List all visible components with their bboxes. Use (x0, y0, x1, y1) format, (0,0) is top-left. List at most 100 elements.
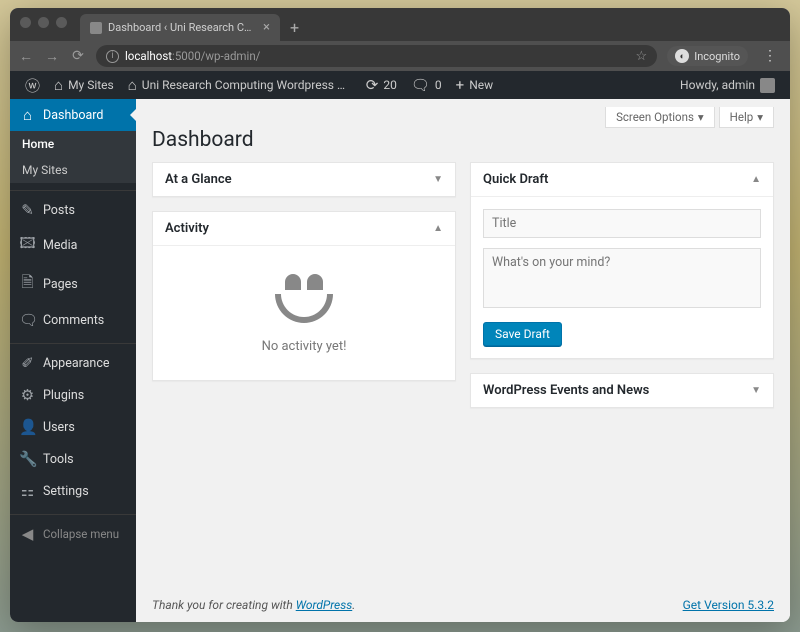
wordpress-link[interactable]: WordPress (296, 598, 353, 612)
dashboard-icon: ⌂ (19, 106, 36, 124)
brush-icon: ✐ (19, 354, 36, 372)
help-button[interactable]: Help▾ (719, 107, 774, 128)
wp-logo-menu[interactable]: ⓦ (18, 71, 47, 99)
widget-quick-draft: Quick Draft ▲ Save Draft (470, 162, 774, 359)
adminbar-new[interactable]: +New (449, 71, 500, 99)
submenu-home[interactable]: Home (10, 131, 136, 157)
browser-chrome: Dashboard ‹ Uni Research Comp × + ← → ⟳ … (10, 8, 790, 71)
menu-pages[interactable]: 🗎 Pages (10, 265, 136, 304)
addressbar-row: ← → ⟳ i localhost:5000/wp-admin/ ☆ ◐ Inc… (10, 41, 790, 71)
avatar-icon (760, 78, 775, 93)
bookmark-icon[interactable]: ☆ (636, 49, 648, 64)
menu-dashboard[interactable]: ⌂ Dashboard (10, 99, 136, 131)
submenu-my-sites[interactable]: My Sites (10, 157, 136, 183)
users-icon: 👤 (19, 418, 36, 436)
widget-header[interactable]: Quick Draft ▲ (471, 163, 773, 197)
menu-label: Media (43, 238, 77, 253)
url-bar[interactable]: i localhost:5000/wp-admin/ ☆ (96, 45, 657, 67)
smiley-icon (165, 274, 443, 323)
close-icon[interactable]: × (263, 20, 270, 35)
site-info-icon[interactable]: i (106, 50, 119, 63)
widgets-area: At a Glance ▼ Activity ▲ (136, 152, 790, 424)
back-button[interactable]: ← (18, 48, 34, 65)
widget-title: WordPress Events and News (483, 383, 649, 398)
adminbar-comments[interactable]: 🗨0 (404, 71, 449, 99)
collapse-icon: ◀ (19, 525, 36, 543)
forward-button[interactable]: → (44, 48, 60, 65)
chevron-down-icon: ▾ (757, 110, 763, 124)
widget-header[interactable]: At a Glance ▼ (153, 163, 455, 196)
media-icon: 🖾 (19, 233, 36, 258)
widget-body: Save Draft (471, 197, 773, 358)
menu-label: Comments (43, 313, 104, 328)
plus-icon: + (456, 76, 465, 94)
widget-title: Quick Draft (483, 172, 548, 187)
wp-content: Screen Options▾ Help▾ Dashboard At a Gla… (136, 99, 790, 622)
screen-options-button[interactable]: Screen Options▾ (605, 107, 715, 128)
wp-footer: Thank you for creating with WordPress. G… (136, 588, 790, 622)
update-icon: ⟳ (366, 76, 379, 94)
comment-icon: 🗨 (19, 311, 36, 329)
menu-label: Pages (43, 277, 78, 292)
menu-separator (10, 339, 136, 344)
wordpress-icon: ⓦ (25, 75, 40, 96)
adminbar-my-sites-label: My Sites (68, 78, 114, 92)
adminbar-greeting: Howdy, admin (680, 78, 755, 92)
menu-label: Users (43, 420, 75, 435)
adminbar-my-sites[interactable]: ⌂My Sites (47, 71, 121, 99)
widget-title: At a Glance (165, 172, 232, 187)
menu-separator (10, 510, 136, 515)
reload-button[interactable]: ⟳ (70, 48, 86, 64)
chevron-down-icon: ▾ (698, 110, 704, 124)
menu-media[interactable]: 🖾 Media (10, 226, 136, 265)
menu-comments[interactable]: 🗨 Comments (10, 304, 136, 336)
menu-label: Posts (43, 203, 75, 218)
menu-collapse[interactable]: ◀Collapse menu (10, 518, 136, 550)
traffic-close[interactable] (20, 17, 31, 28)
adminbar-updates[interactable]: ⟳20 (359, 71, 404, 99)
draft-content-textarea[interactable] (483, 248, 761, 308)
pin-icon: ✎ (19, 201, 36, 219)
widget-header[interactable]: WordPress Events and News ▼ (471, 374, 773, 407)
menu-posts[interactable]: ✎ Posts (10, 194, 136, 226)
menu-appearance[interactable]: ✐ Appearance (10, 347, 136, 379)
widget-wordpress-news: WordPress Events and News ▼ (470, 373, 774, 408)
browser-tab[interactable]: Dashboard ‹ Uni Research Comp × (80, 14, 280, 41)
page-icon: 🗎 (19, 272, 36, 297)
footer-thanks: Thank you for creating with WordPress. (152, 598, 355, 612)
browser-menu-button[interactable]: ⋮ (758, 48, 782, 64)
widget-activity: Activity ▲ No activity yet! (152, 211, 456, 381)
adminbar-site-name[interactable]: ⌂Uni Research Computing Wordpress Multis… (121, 71, 359, 99)
traffic-minimize[interactable] (38, 17, 49, 28)
menu-label: Settings (43, 484, 89, 499)
tab-title: Dashboard ‹ Uni Research Comp (108, 21, 257, 34)
adminbar-user[interactable]: Howdy, admin (673, 71, 782, 99)
draft-title-input[interactable] (483, 209, 761, 238)
incognito-icon: ◐ (675, 49, 689, 63)
incognito-label: Incognito (694, 50, 740, 63)
traffic-maximize[interactable] (56, 17, 67, 28)
plugin-icon: ⚙ (19, 386, 36, 404)
menu-plugins[interactable]: ⚙Plugins (10, 379, 136, 411)
adminbar-site-label: Uni Research Computing Wordpress Multisi… (142, 78, 352, 92)
widget-column-right: Quick Draft ▲ Save Draft WordPre (470, 162, 774, 408)
page-title: Dashboard (152, 128, 774, 152)
comment-icon: 🗨 (411, 76, 430, 94)
adminbar-comments-count: 0 (435, 78, 442, 92)
get-version-link[interactable]: Get Version 5.3.2 (683, 598, 774, 612)
menu-label: Appearance (43, 356, 110, 371)
incognito-badge: ◐ Incognito (667, 46, 748, 66)
content-header: Screen Options▾ Help▾ (136, 99, 790, 128)
menu-label: Dashboard (43, 108, 103, 123)
save-draft-button[interactable]: Save Draft (483, 322, 562, 346)
menu-users[interactable]: 👤 Users (10, 411, 136, 443)
menu-tools[interactable]: 🔧Tools (10, 443, 136, 475)
new-tab-button[interactable]: + (280, 18, 309, 37)
submenu-dashboard: Home My Sites (10, 131, 136, 183)
settings-icon: ⚏ (19, 482, 36, 500)
tools-icon: 🔧 (19, 450, 36, 468)
widget-header[interactable]: Activity ▲ (153, 212, 455, 246)
wp-adminbar: ⓦ ⌂My Sites ⌂Uni Research Computing Word… (10, 71, 790, 99)
menu-settings[interactable]: ⚏ Settings (10, 475, 136, 507)
no-activity-text: No activity yet! (165, 339, 443, 354)
